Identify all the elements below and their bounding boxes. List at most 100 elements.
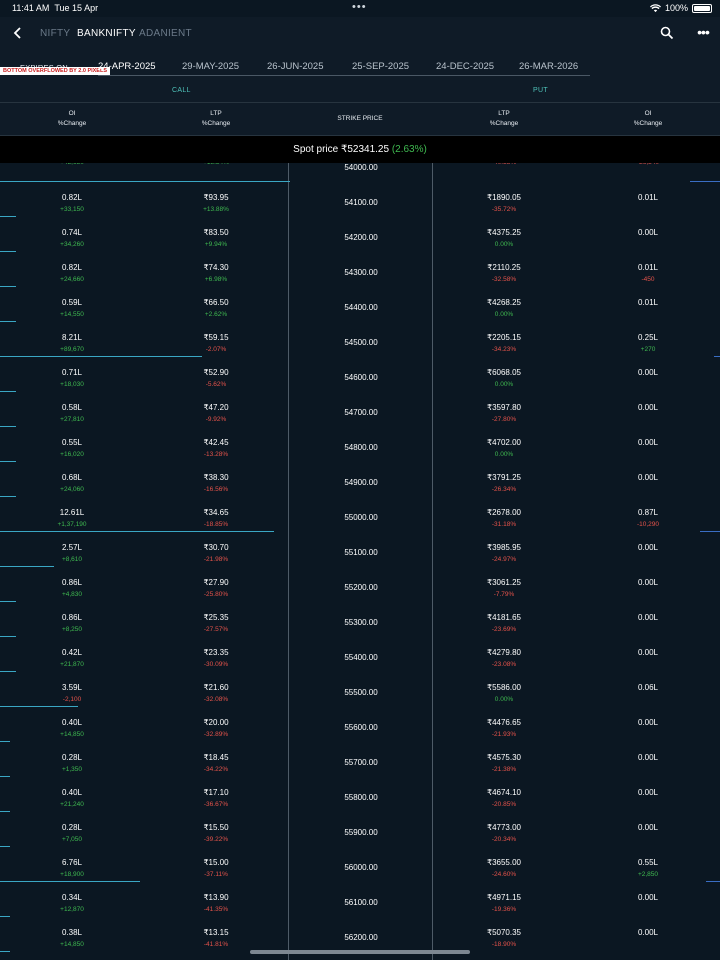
put-ltp-cell[interactable]: ₹2110.25 -32.58% xyxy=(454,262,554,286)
call-ltp-cell[interactable]: ₹25.35 -27.57% xyxy=(166,612,266,636)
put-oi-cell[interactable]: 0.00L xyxy=(598,752,698,764)
put-oi-cell[interactable]: 0.00L xyxy=(598,787,698,799)
call-ltp-cell[interactable]: ₹34.65 -18.85% xyxy=(166,507,266,531)
put-oi-cell[interactable]: 0.25L +270 xyxy=(598,332,698,356)
put-oi-cell[interactable]: 0.00L xyxy=(598,577,698,589)
put-oi-cell[interactable]: 0.00L xyxy=(598,227,698,239)
put-ltp-cell[interactable]: ₹3985.95 -24.97% xyxy=(454,542,554,566)
put-oi-cell[interactable]: 0.55L +2,850 xyxy=(598,857,698,881)
put-oi-cell[interactable]: 0.00L xyxy=(598,472,698,484)
option-row[interactable]: 0.82L +24,660 ₹74.30 +6.98% 54300.00 ₹2110.25… xyxy=(0,256,720,291)
put-ltp-cell[interactable]: ₹4268.25 0.00% xyxy=(454,297,554,321)
home-indicator[interactable] xyxy=(250,950,470,954)
put-ltp-cell[interactable]: ₹4971.15 -19.36% xyxy=(454,892,554,916)
option-row[interactable]: 8.21L +89,670 ₹59.15 -2.07% 54500.00 ₹2205.15… xyxy=(0,326,720,361)
put-oi-cell[interactable]: 0.00L xyxy=(598,927,698,939)
option-row[interactable]: 0.34L +12,870 ₹13.90 -41.35% 56100.00 ₹4971.1… xyxy=(0,886,720,921)
put-oi-cell[interactable]: 0.00L xyxy=(598,402,698,414)
put-ltp-cell[interactable]: ₹3791.25 -26.34% xyxy=(454,472,554,496)
call-oi-cell[interactable]: 0.74L +34,260 xyxy=(22,227,122,251)
call-oi-cell[interactable]: 2.57L +8,610 xyxy=(22,542,122,566)
put-ltp-cell[interactable]: ₹3655.00 -24.60% xyxy=(454,857,554,881)
expiry-tab-4[interactable]: 24-DEC-2025 xyxy=(436,61,494,72)
put-ltp-cell[interactable]: ₹5586.00 0.00% xyxy=(454,682,554,706)
put-ltp-cell[interactable]: ₹4279.80 -23.08% xyxy=(454,647,554,671)
option-row[interactable]: 0.55L +16,020 ₹42.45 -13.28% 54800.00 ₹4702.0… xyxy=(0,431,720,466)
option-chain-table[interactable]: +42,630 +18.34% 54000.00 -40.58% -26,340 0.82… xyxy=(0,163,720,960)
put-ltp-cell[interactable]: ₹4702.00 0.00% xyxy=(454,437,554,461)
put-ltp-cell[interactable]: ₹3597.80 -27.80% xyxy=(454,402,554,426)
put-oi-cell[interactable]: 0.00L xyxy=(598,647,698,659)
put-ltp-cell[interactable]: ₹5070.35 -18.90% xyxy=(454,927,554,951)
put-oi-cell[interactable]: 0.00L xyxy=(598,612,698,624)
call-oi-cell[interactable]: 0.42L +21,870 xyxy=(22,647,122,671)
call-ltp-cell[interactable]: ₹13.15 -41.81% xyxy=(166,927,266,951)
call-oi-cell[interactable]: 0.28L +7,050 xyxy=(22,822,122,846)
call-ltp-cell[interactable]: ₹93.95 +13.88% xyxy=(166,192,266,216)
put-oi-cell[interactable]: 0.00L xyxy=(598,717,698,729)
call-ltp-cell[interactable]: ₹42.45 -13.28% xyxy=(166,437,266,461)
expiry-tab-1[interactable]: 29-MAY-2025 xyxy=(182,61,239,72)
option-row[interactable]: +42,630 +18.34% 54000.00 -40.58% -26,340 xyxy=(0,163,720,186)
put-ltp-cell[interactable]: ₹3061.25 -7.79% xyxy=(454,577,554,601)
call-ltp-cell[interactable]: ₹66.50 +2.62% xyxy=(166,297,266,321)
call-oi-cell[interactable]: 0.86L +4,830 xyxy=(22,577,122,601)
put-ltp-cell[interactable]: ₹4181.65 -23.69% xyxy=(454,612,554,636)
put-oi-cell[interactable]: 0.00L xyxy=(598,367,698,379)
call-ltp-cell[interactable]: ₹15.50 -39.22% xyxy=(166,822,266,846)
call-oi-cell[interactable]: 0.40L +14,850 xyxy=(22,717,122,741)
back-button[interactable] xyxy=(8,25,28,45)
option-row[interactable]: 0.86L +8,250 ₹25.35 -27.57% 55300.00 ₹4181.65… xyxy=(0,606,720,641)
call-oi-cell[interactable]: 0.38L +14,850 xyxy=(22,927,122,951)
option-row[interactable]: 0.40L +21,240 ₹17.10 -36.67% 55800.00 ₹4674.1… xyxy=(0,781,720,816)
call-ltp-cell[interactable]: ₹23.35 -30.09% xyxy=(166,647,266,671)
call-ltp-cell[interactable]: ₹20.00 -32.89% xyxy=(166,717,266,741)
call-ltp-cell[interactable]: ₹38.30 -16.56% xyxy=(166,472,266,496)
call-oi-cell[interactable]: 0.59L +14,550 xyxy=(22,297,122,321)
call-oi-cell[interactable]: 0.82L +33,150 xyxy=(22,192,122,216)
call-ltp-cell[interactable]: ₹15.00 -37.11% xyxy=(166,857,266,881)
call-oi-cell[interactable]: 0.55L +16,020 xyxy=(22,437,122,461)
option-row[interactable]: 0.28L +7,050 ₹15.50 -39.22% 55900.00 ₹4773.00… xyxy=(0,816,720,851)
call-oi-cell[interactable]: 0.82L +24,660 xyxy=(22,262,122,286)
header-call-ltp[interactable]: LTP %Change xyxy=(166,109,266,129)
call-oi-cell[interactable]: +42,630 xyxy=(22,163,122,169)
put-oi-cell[interactable]: 0.00L xyxy=(598,892,698,904)
call-oi-cell[interactable]: 0.58L +27,810 xyxy=(22,402,122,426)
call-ltp-cell[interactable]: ₹52.90 -5.62% xyxy=(166,367,266,391)
call-ltp-cell[interactable]: ₹59.15 -2.07% xyxy=(166,332,266,356)
option-row[interactable]: 0.86L +4,830 ₹27.90 -25.80% 55200.00 ₹3061.25… xyxy=(0,571,720,606)
call-ltp-cell[interactable]: ₹30.70 -21.98% xyxy=(166,542,266,566)
expiry-tab-2[interactable]: 26-JUN-2025 xyxy=(267,61,324,72)
put-ltp-cell[interactable]: ₹4575.30 -21.38% xyxy=(454,752,554,776)
option-row[interactable]: 0.68L +24,060 ₹38.30 -16.56% 54900.00 ₹3791.2… xyxy=(0,466,720,501)
tab-adanient[interactable]: ADANIENT xyxy=(139,28,192,39)
option-row[interactable]: 6.76L +18,900 ₹15.00 -37.11% 56000.00 ₹3655.0… xyxy=(0,851,720,886)
expiry-tab-5[interactable]: 26-MAR-2026 xyxy=(519,61,578,72)
option-row[interactable]: 0.42L +21,870 ₹23.35 -30.09% 55400.00 ₹4279.8… xyxy=(0,641,720,676)
put-oi-cell[interactable]: 0.01L xyxy=(598,297,698,309)
option-row[interactable]: 0.40L +14,850 ₹20.00 -32.89% 55600.00 ₹4476.6… xyxy=(0,711,720,746)
put-oi-cell[interactable]: 0.00L xyxy=(598,437,698,449)
call-oi-cell[interactable]: 0.86L +8,250 xyxy=(22,612,122,636)
call-ltp-cell[interactable]: ₹17.10 -36.67% xyxy=(166,787,266,811)
call-oi-cell[interactable]: 12.61L +1,37,190 xyxy=(22,507,122,531)
call-oi-cell[interactable]: 0.68L +24,060 xyxy=(22,472,122,496)
expiry-tab-0[interactable]: 24-APR-2025 xyxy=(98,61,156,72)
multitasking-dots-icon[interactable]: ••• xyxy=(352,1,367,13)
tab-banknifty[interactable]: BANKNIFTY xyxy=(77,28,136,39)
call-ltp-cell[interactable]: ₹27.90 -25.80% xyxy=(166,577,266,601)
option-row[interactable]: 0.58L +27,810 ₹47.20 -9.92% 54700.00 ₹3597.80… xyxy=(0,396,720,431)
header-put-oi[interactable]: OI %Change xyxy=(598,109,698,129)
put-ltp-cell[interactable]: ₹2205.15 -34.23% xyxy=(454,332,554,356)
call-ltp-cell[interactable]: ₹13.90 -41.35% xyxy=(166,892,266,916)
option-row[interactable]: 2.57L +8,610 ₹30.70 -21.98% 55100.00 ₹3985.95… xyxy=(0,536,720,571)
call-oi-cell[interactable]: 0.71L +18,030 xyxy=(22,367,122,391)
put-oi-cell[interactable]: 0.01L xyxy=(598,192,698,204)
call-ltp-cell[interactable]: ₹47.20 -9.92% xyxy=(166,402,266,426)
put-oi-cell[interactable]: 0.06L xyxy=(598,682,698,694)
option-row[interactable]: 0.74L +34,260 ₹83.50 +9.94% 54200.00 ₹4375.25… xyxy=(0,221,720,256)
put-ltp-cell[interactable]: ₹4375.25 0.00% xyxy=(454,227,554,251)
call-ltp-cell[interactable]: ₹74.30 +6.98% xyxy=(166,262,266,286)
call-oi-cell[interactable]: 0.28L +1,350 xyxy=(22,752,122,776)
